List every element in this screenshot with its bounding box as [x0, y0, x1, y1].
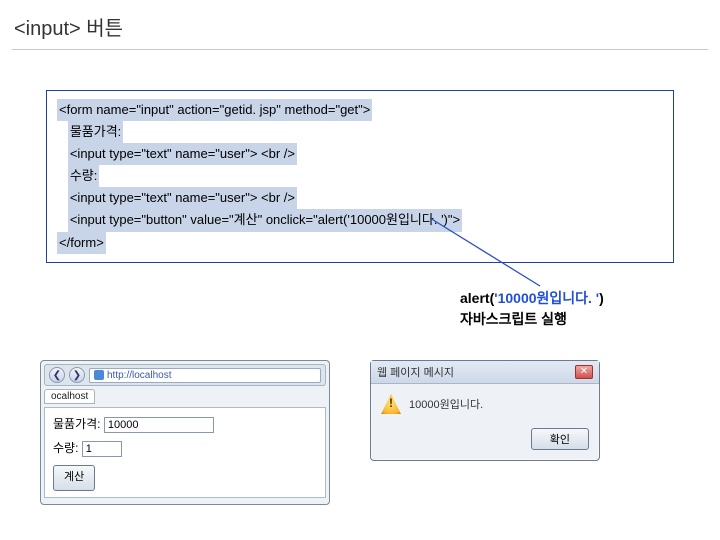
caption-paren: ): [599, 290, 604, 306]
alert-dialog: 웹 페이지 메시지 ✕ 10000원입니다. 확인: [370, 360, 600, 461]
code-line: </form>: [57, 232, 106, 254]
code-line: 수량:: [68, 165, 100, 187]
browser-window: ❮ ❯ http://localhost ocalhost 물품가격: 수량: …: [40, 360, 330, 505]
price-label: 물품가격:: [53, 414, 101, 436]
close-icon[interactable]: ✕: [575, 365, 593, 379]
code-listing: <form name="input" action="getid. jsp" m…: [46, 90, 674, 263]
browser-tab[interactable]: ocalhost: [44, 389, 95, 404]
code-line: 물품가격:: [68, 121, 123, 143]
dialog-title: 웹 페이지 메시지: [377, 364, 454, 380]
qty-input[interactable]: [82, 441, 122, 457]
dialog-message: 10000원입니다.: [409, 396, 483, 412]
forward-button[interactable]: ❯: [69, 367, 85, 383]
page-title: <input> 버튼: [0, 0, 720, 49]
caption-desc: 자바스크립트 실행: [460, 311, 567, 327]
code-line: <input type="text" name="user"> <br />: [68, 143, 297, 165]
address-bar[interactable]: http://localhost: [89, 368, 321, 383]
price-input[interactable]: [104, 417, 214, 433]
caption-fn: alert: [460, 290, 490, 306]
ok-button[interactable]: 확인: [531, 428, 589, 450]
code-line: <form name="input" action="getid. jsp" m…: [57, 99, 372, 121]
back-button[interactable]: ❮: [49, 367, 65, 383]
calc-button[interactable]: 계산: [53, 465, 95, 491]
rendered-page: 물품가격: 수량: 계산: [44, 407, 326, 498]
caption-arg: '10000원입니다. ': [494, 290, 599, 306]
warning-icon: [381, 394, 401, 414]
title-divider: [12, 49, 708, 50]
code-line: <input type="text" name="user"> <br />: [68, 187, 297, 209]
tab-label: ocalhost: [51, 391, 88, 402]
qty-label: 수량:: [53, 438, 78, 460]
code-line: <input type="button" value="계산" onclick=…: [68, 209, 462, 231]
annotation-caption: alert('10000원입니다. ') 자바스크립트 실행: [460, 288, 604, 330]
ie-icon: [94, 370, 104, 380]
url-text: http://localhost: [107, 370, 171, 381]
